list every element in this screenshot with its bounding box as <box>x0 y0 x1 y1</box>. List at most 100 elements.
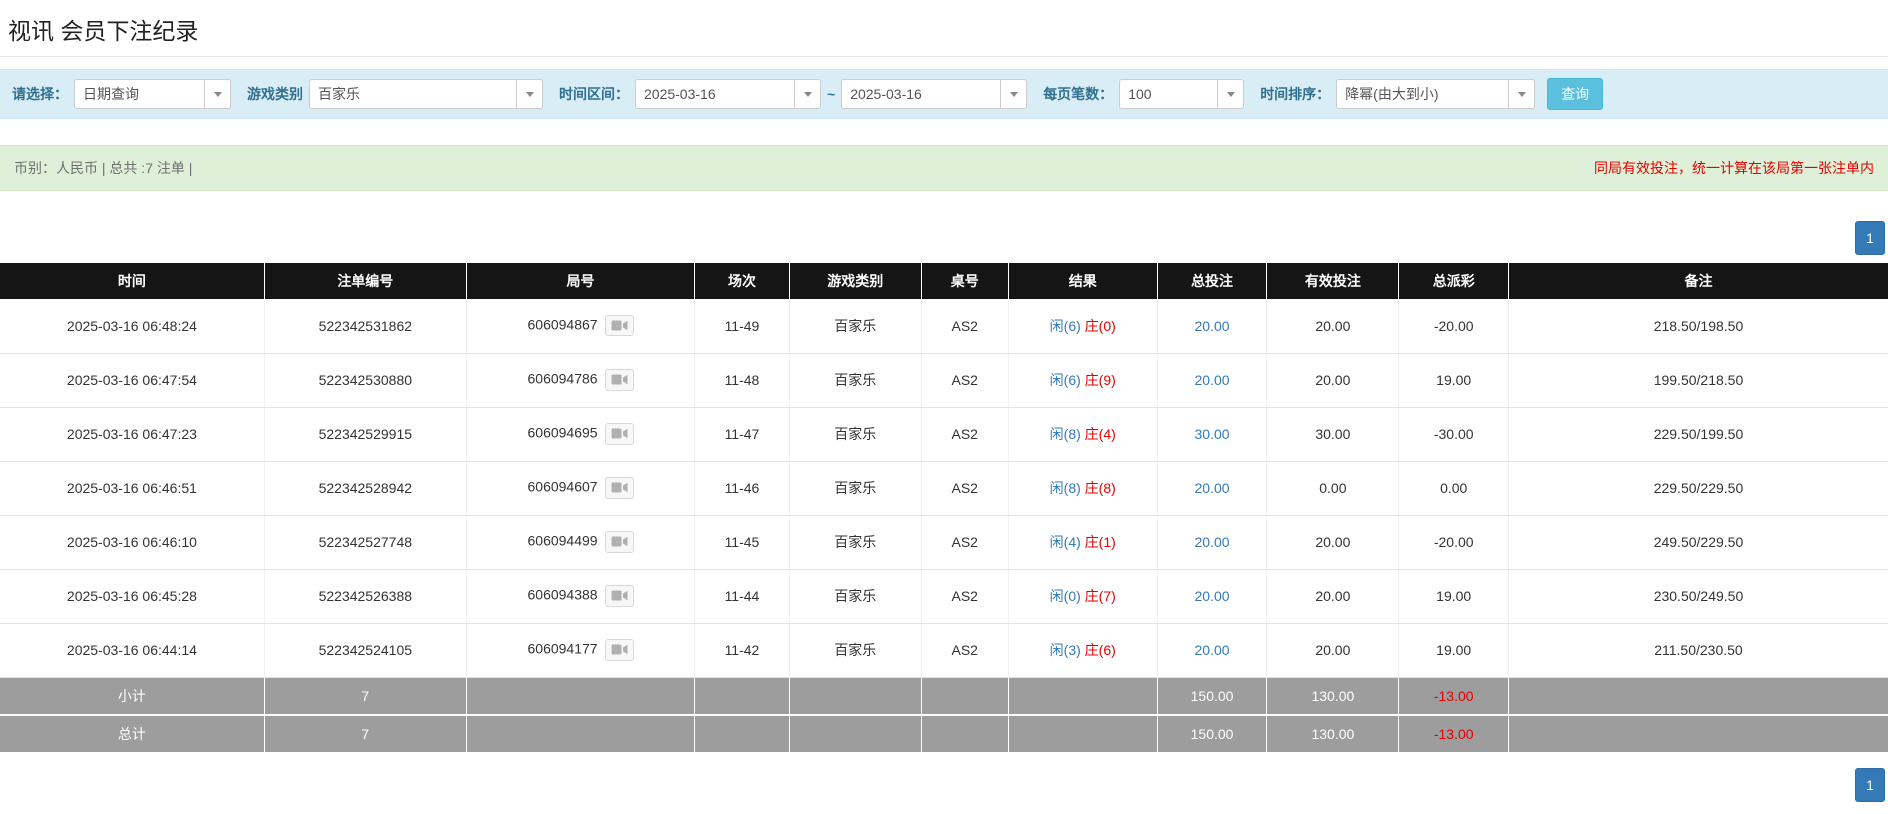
round-no-cell: 606094499 <box>466 515 694 569</box>
bet-no-cell: 522342531862 <box>264 299 466 353</box>
col-header-total-bet: 总投注 <box>1157 263 1267 299</box>
pagination-page-1-button[interactable]: 1 <box>1855 768 1885 802</box>
page-size-select[interactable] <box>1119 79 1244 109</box>
time-cell: 2025-03-16 06:44:14 <box>0 623 264 677</box>
chevron-down-icon <box>804 92 812 97</box>
summary-bar: 币别：人民币 | 总共 :7 注单 | 同局有效投注，统一计算在该局第一张注单内 <box>0 145 1888 191</box>
session-cell: 11-48 <box>695 353 789 407</box>
valid-bet-cell: 20.00 <box>1267 569 1399 623</box>
player-result: 闲(6) <box>1050 318 1081 334</box>
table-row: 2025-03-16 06:48:24522342531862606094867… <box>0 299 1888 353</box>
date-type-input[interactable] <box>74 79 204 109</box>
remark-cell: 218.50/198.50 <box>1508 299 1888 353</box>
game-type-label: 游戏类别 <box>247 84 303 104</box>
chevron-down-icon <box>214 92 222 97</box>
remark-cell: 249.50/229.50 <box>1508 515 1888 569</box>
total-bet-link[interactable]: 20.00 <box>1195 588 1230 604</box>
col-header-game-type: 游戏类别 <box>789 263 921 299</box>
remark-cell: 229.50/229.50 <box>1508 461 1888 515</box>
total-bet-link[interactable]: 20.00 <box>1195 534 1230 550</box>
total-bet-link[interactable]: 30.00 <box>1195 426 1230 442</box>
result-cell: 闲(0) 庄(7) <box>1008 569 1157 623</box>
sort-order-label: 时间排序： <box>1260 84 1330 104</box>
payout-cell: 19.00 <box>1399 353 1509 407</box>
table-no-cell: AS2 <box>921 461 1008 515</box>
table-row: 2025-03-16 06:44:14522342524105606094177… <box>0 623 1888 677</box>
total-bet-link[interactable]: 20.00 <box>1195 372 1230 388</box>
result-cell: 闲(4) 庄(1) <box>1008 515 1157 569</box>
total-bet-cell: 20.00 <box>1157 299 1267 353</box>
round-no-text: 606094499 <box>528 533 598 549</box>
valid-bet-cell: 20.00 <box>1267 353 1399 407</box>
bet-no-cell: 522342529915 <box>264 407 466 461</box>
sort-order-select[interactable] <box>1336 79 1535 109</box>
bet-no-cell: 522342527748 <box>264 515 466 569</box>
total-label: 总计 <box>0 715 264 753</box>
sort-order-caret-button[interactable] <box>1508 79 1535 109</box>
table-no-cell: AS2 <box>921 299 1008 353</box>
chevron-down-icon <box>1518 92 1526 97</box>
banker-result: 庄(9) <box>1085 372 1116 388</box>
video-replay-button[interactable] <box>605 639 634 660</box>
video-replay-button[interactable] <box>605 531 634 552</box>
video-replay-button[interactable] <box>605 477 634 498</box>
valid-bet-cell: 20.00 <box>1267 623 1399 677</box>
date-to-input[interactable] <box>841 79 1000 109</box>
total-bet-link[interactable]: 20.00 <box>1195 642 1230 658</box>
game-type-select[interactable] <box>309 79 543 109</box>
video-replay-button[interactable] <box>605 369 634 390</box>
date-from-picker[interactable] <box>635 79 821 109</box>
page-size-caret-button[interactable] <box>1217 79 1244 109</box>
date-to-caret-button[interactable] <box>1000 79 1027 109</box>
page: 视讯 会员下注纪录 请选择： 游戏类别 时间区间： ~ 每页笔数： 时间排序： <box>0 0 1888 814</box>
game-type-caret-button[interactable] <box>516 79 543 109</box>
sort-order-input[interactable] <box>1336 79 1508 109</box>
pagination-bottom: 1 <box>0 768 1888 814</box>
col-header-remark: 备注 <box>1508 263 1888 299</box>
time-cell: 2025-03-16 06:47:54 <box>0 353 264 407</box>
round-no-cell: 606094786 <box>466 353 694 407</box>
date-from-input[interactable] <box>635 79 794 109</box>
time-cell: 2025-03-16 06:46:51 <box>0 461 264 515</box>
date-type-caret-button[interactable] <box>204 79 231 109</box>
page-title: 视讯 会员下注纪录 <box>0 0 1888 56</box>
query-button[interactable]: 查询 <box>1547 78 1603 110</box>
title-divider <box>0 56 1888 57</box>
total-total-bet: 150.00 <box>1157 715 1267 753</box>
table-no-cell: AS2 <box>921 353 1008 407</box>
table-row: 2025-03-16 06:46:51522342528942606094607… <box>0 461 1888 515</box>
empty-cell <box>789 715 921 753</box>
player-result: 闲(3) <box>1050 642 1081 658</box>
date-to-picker[interactable] <box>841 79 1027 109</box>
empty-cell <box>1008 715 1157 753</box>
total-bet-link[interactable]: 20.00 <box>1195 318 1230 334</box>
remark-cell: 230.50/249.50 <box>1508 569 1888 623</box>
round-no-cell: 606094388 <box>466 569 694 623</box>
date-range-separator: ~ <box>827 86 835 102</box>
banker-result: 庄(4) <box>1085 426 1116 442</box>
chevron-down-icon <box>1010 92 1018 97</box>
game-type-cell: 百家乐 <box>789 299 921 353</box>
pagination-page-1-button[interactable]: 1 <box>1855 221 1885 255</box>
game-type-input[interactable] <box>309 79 516 109</box>
player-result: 闲(4) <box>1050 534 1081 550</box>
chevron-down-icon <box>526 92 534 97</box>
video-replay-button[interactable] <box>605 585 634 606</box>
banker-result: 庄(1) <box>1085 534 1116 550</box>
video-replay-button[interactable] <box>605 423 634 444</box>
player-result: 闲(6) <box>1050 372 1081 388</box>
date-from-caret-button[interactable] <box>794 79 821 109</box>
page-size-input[interactable] <box>1119 79 1217 109</box>
total-bet-link[interactable]: 20.00 <box>1195 480 1230 496</box>
total-bet-cell: 20.00 <box>1157 353 1267 407</box>
result-cell: 闲(8) 庄(8) <box>1008 461 1157 515</box>
payout-cell: 19.00 <box>1399 569 1509 623</box>
round-no-text: 606094695 <box>528 425 598 441</box>
subtotal-payout: -13.00 <box>1399 677 1509 715</box>
date-type-select[interactable] <box>74 79 231 109</box>
payout-cell: -20.00 <box>1399 299 1509 353</box>
empty-cell <box>695 677 789 715</box>
game-type-cell: 百家乐 <box>789 407 921 461</box>
session-cell: 11-45 <box>695 515 789 569</box>
video-replay-button[interactable] <box>605 315 634 336</box>
